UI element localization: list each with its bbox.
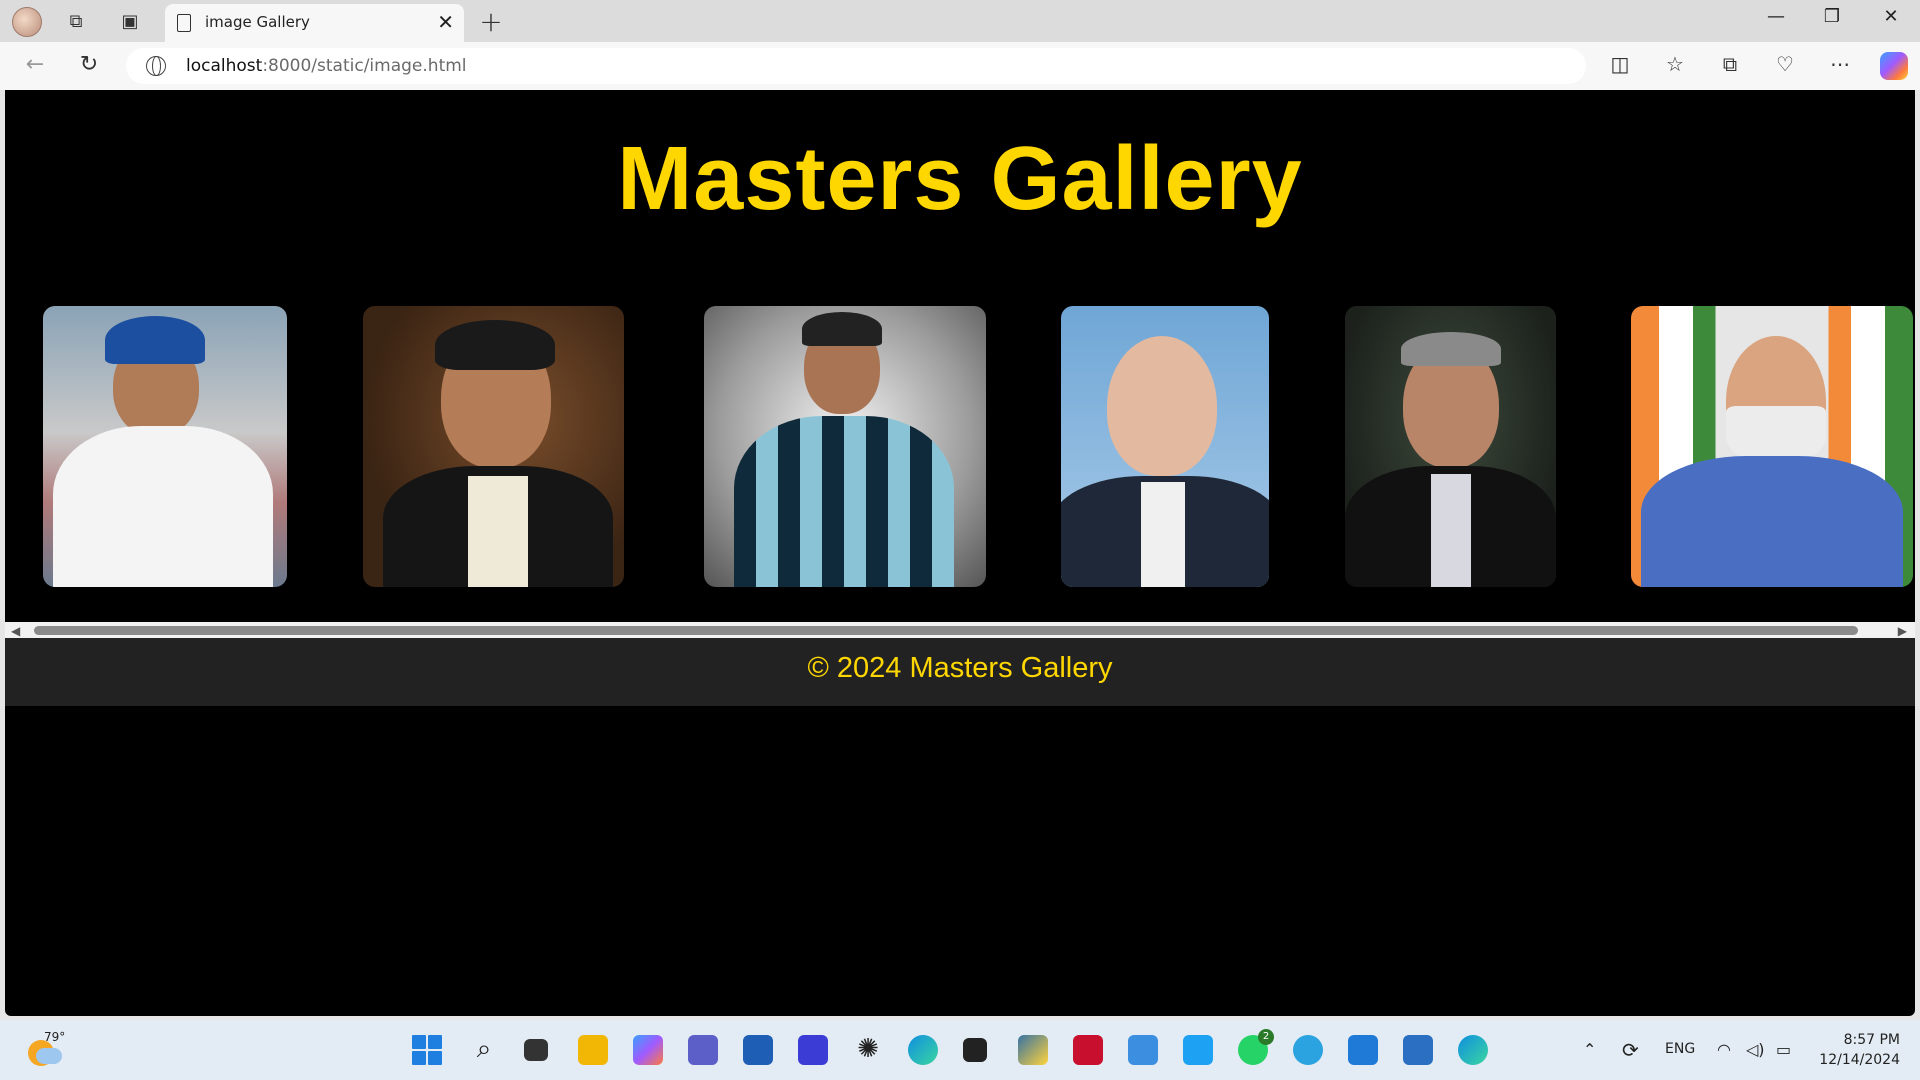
scrollbar-thumb[interactable]: [34, 626, 1858, 635]
scroll-left-icon[interactable]: ◀: [11, 624, 20, 638]
system-clock[interactable]: 8:57 PM 12/14/2024: [1810, 1030, 1900, 1070]
tab-title: image Gallery: [205, 13, 310, 31]
language-indicator[interactable]: ENG: [1665, 1041, 1695, 1057]
chatgpt-icon[interactable]: ✺: [852, 1034, 884, 1064]
whatsapp-badge: 2: [1258, 1029, 1274, 1045]
profile-avatar[interactable]: [12, 7, 42, 37]
back-arrow-icon[interactable]: ←: [20, 52, 50, 77]
minimize-button[interactable]: —: [1756, 6, 1796, 27]
refresh-icon[interactable]: ↻: [74, 52, 104, 77]
search-icon[interactable]: ⌕: [468, 1034, 500, 1065]
clock-time: 8:57 PM: [1843, 1032, 1900, 1048]
medium-icon[interactable]: [963, 1038, 987, 1062]
teams-icon[interactable]: [688, 1035, 718, 1065]
tab-close-icon[interactable]: ✕: [437, 10, 454, 34]
telegram-icon[interactable]: [1293, 1035, 1323, 1065]
url-text: localhost:8000/static/image.html: [186, 56, 467, 76]
scroll-right-icon[interactable]: ▶: [1898, 624, 1907, 638]
windows-taskbar: 79° ⌕ ✺ ⌃ ⟳ ENG ◠ ◁) ▭ 8:57 PM 12/14/202…: [0, 1020, 1920, 1080]
photo-cricketer[interactable]: [43, 306, 287, 587]
more-options-icon[interactable]: ⋯: [1824, 52, 1856, 76]
footer-text: © 2024 Masters Gallery: [807, 652, 1113, 684]
photo-industrialist[interactable]: [1345, 306, 1556, 587]
wifi-icon[interactable]: ◠: [1717, 1040, 1731, 1059]
task-view-icon[interactable]: [524, 1039, 548, 1061]
app-icon-blue[interactable]: [798, 1035, 828, 1065]
photo-leader-vest[interactable]: [1631, 306, 1913, 587]
copilot-icon[interactable]: [1880, 52, 1908, 80]
vertical-tabs-icon[interactable]: ▣: [116, 7, 144, 35]
photo-businessman[interactable]: [363, 306, 624, 587]
site-info-icon[interactable]: [146, 56, 166, 76]
page-icon: [177, 14, 191, 32]
restore-button[interactable]: ❐: [1812, 6, 1852, 27]
sync-icon[interactable]: ⟳: [1622, 1038, 1639, 1062]
cloud-icon: [36, 1048, 62, 1064]
python-icon[interactable]: [1018, 1035, 1048, 1065]
favorites-star-icon[interactable]: ☆: [1659, 52, 1691, 76]
store-icon[interactable]: [743, 1035, 773, 1065]
edge-active-icon[interactable]: [1458, 1035, 1488, 1065]
page-footer: © 2024 Masters Gallery: [5, 638, 1915, 706]
start-button[interactable]: [412, 1035, 442, 1065]
browser-essentials-icon[interactable]: ♡: [1769, 52, 1801, 76]
tab-image-gallery[interactable]: image Gallery ✕: [165, 4, 464, 42]
clock-date: 12/14/2024: [1819, 1052, 1900, 1068]
photo-footballer[interactable]: [704, 306, 986, 587]
close-window-button[interactable]: ✕: [1871, 6, 1911, 27]
chevron-up-icon[interactable]: ⌃: [1583, 1040, 1596, 1059]
twitter-icon[interactable]: [1183, 1035, 1213, 1065]
page-title: Masters Gallery: [617, 129, 1303, 229]
copilot-app-icon[interactable]: [633, 1035, 663, 1065]
horizontal-scrollbar[interactable]: ◀ ▶: [5, 622, 1915, 638]
url-input[interactable]: localhost:8000/static/image.html: [126, 48, 1586, 84]
page-viewport: Masters Gallery ◀ ▶ © 2024 Masters Galle…: [5, 90, 1915, 1016]
image-gallery-strip: [43, 306, 1913, 588]
mcafee-icon[interactable]: [1073, 1035, 1103, 1065]
notepad-icon[interactable]: [1128, 1035, 1158, 1065]
weather-widget[interactable]: 79°: [24, 1030, 66, 1068]
edge-icon[interactable]: [908, 1035, 938, 1065]
workspaces-icon[interactable]: ⧉: [62, 7, 90, 35]
weather-temperature: 79°: [44, 1030, 66, 1044]
new-tab-button[interactable]: +: [477, 5, 505, 38]
file-explorer-icon[interactable]: [578, 1035, 608, 1065]
address-bar-row: ← ↻ localhost:8000/static/image.html ◫ ☆…: [0, 42, 1920, 90]
photos-icon[interactable]: [1403, 1035, 1433, 1065]
collections-icon[interactable]: ⧉: [1714, 52, 1746, 76]
split-screen-icon[interactable]: ◫: [1604, 52, 1636, 76]
volume-icon[interactable]: ◁): [1746, 1040, 1765, 1059]
vscode-icon[interactable]: [1348, 1035, 1378, 1065]
battery-icon[interactable]: ▭: [1776, 1040, 1791, 1059]
photo-leader-suit[interactable]: [1061, 306, 1269, 587]
browser-tab-bar: ⧉ ▣ image Gallery ✕ + — ❐ ✕: [0, 0, 1920, 42]
